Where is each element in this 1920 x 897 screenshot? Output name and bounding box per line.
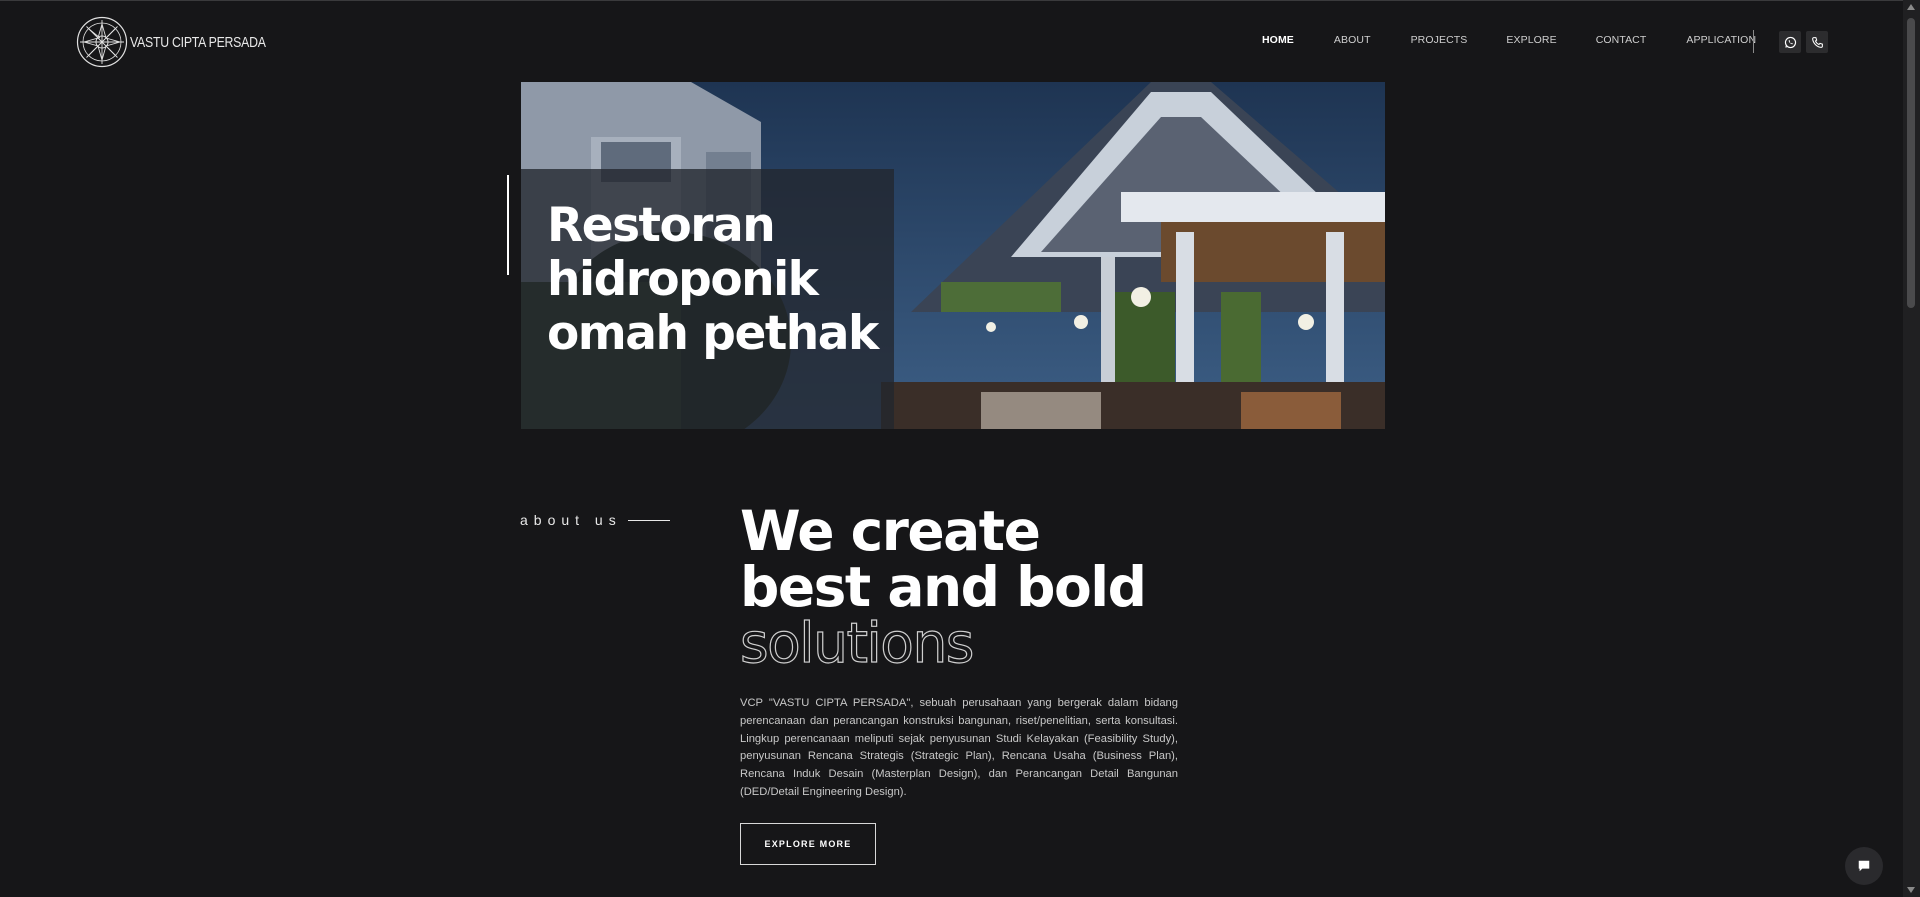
whatsapp-icon <box>1784 36 1796 48</box>
headline-outline-word: solutions <box>739 611 975 675</box>
logo-emblem-icon <box>76 16 128 68</box>
scrollbar-thumb[interactable] <box>1907 18 1915 308</box>
about-paragraph: VCP "VASTU CIPTA PERSADA", sebuah perusa… <box>740 697 1178 798</box>
nav-item-projects[interactable]: PROJECTS <box>1411 33 1468 47</box>
about-label-line <box>627 519 670 521</box>
chat-icon <box>1858 860 1870 872</box>
whatsapp-button[interactable] <box>1779 31 1801 53</box>
nav-item-about[interactable]: ABOUT <box>1334 33 1371 47</box>
headline-line: We create <box>740 499 1041 563</box>
hero-title: Restoran hidroponik omah pethak <box>547 199 887 361</box>
page-scrollbar[interactable] <box>1903 0 1920 897</box>
scroll-down-icon[interactable] <box>1907 887 1915 893</box>
top-border <box>0 0 1903 1</box>
about-headline: We create best and bold solutions <box>739 499 1147 675</box>
section-label-about: about us <box>520 512 670 528</box>
headline-line: best and bold <box>740 555 1147 619</box>
nav-divider <box>1753 30 1754 53</box>
nav-item-explore[interactable]: EXPLORE <box>1506 33 1556 47</box>
phone-button[interactable] <box>1806 31 1828 53</box>
scroll-up-icon[interactable] <box>1907 4 1915 10</box>
nav-item-application[interactable]: APPLICATION <box>1686 33 1756 47</box>
nav-item-contact[interactable]: CONTACT <box>1596 33 1647 47</box>
hero-title-line: Restoran <box>547 198 776 253</box>
brand-name: VASTU CIPTA PERSADA <box>130 33 266 51</box>
brand-logo[interactable]: VASTU CIPTA PERSADA <box>76 15 295 69</box>
hero-title-line: omah pethak <box>547 306 879 361</box>
phone-icon <box>1811 36 1823 48</box>
main-nav: HOME ABOUT PROJECTS EXPLORE CONTACT APPL… <box>1262 33 1756 47</box>
about-label-text: about us <box>520 512 622 528</box>
nav-item-home[interactable]: HOME <box>1262 33 1294 47</box>
hero-title-line: hidroponik <box>547 252 819 307</box>
hero-accent-bar <box>507 175 509 275</box>
explore-more-button[interactable]: EXPLORE MORE <box>740 823 876 865</box>
chat-button[interactable] <box>1845 847 1883 885</box>
